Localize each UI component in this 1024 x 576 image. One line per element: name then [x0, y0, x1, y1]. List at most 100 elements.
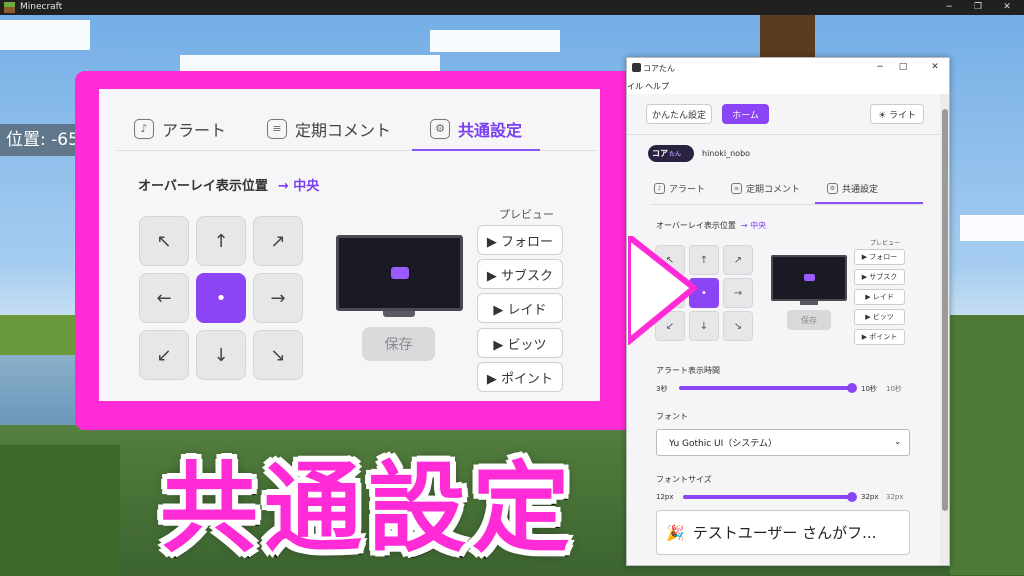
- callout-arrow: [628, 236, 697, 345]
- font-select-value: Yu Gothic UI（システム）: [669, 439, 778, 449]
- scrollbar-thumb[interactable]: [942, 109, 948, 511]
- preview-points-button[interactable]: ▶ ポイント: [477, 362, 563, 392]
- restore-button[interactable]: ❐: [963, 0, 993, 15]
- preview-follow-button[interactable]: ▶ フォロー: [854, 249, 905, 265]
- position-bottom[interactable]: ↓: [196, 330, 246, 380]
- tab-separator: [651, 204, 923, 205]
- font-size-min: 12px: [656, 493, 674, 501]
- bell-icon: ♪: [134, 118, 154, 139]
- preview-label: プレビュー: [499, 208, 554, 221]
- zoom-tab-label: アラート: [162, 120, 227, 140]
- chevron-down-icon: ⌄: [894, 437, 901, 446]
- position-right[interactable]: →: [253, 273, 303, 323]
- minimize-button[interactable]: −: [934, 0, 964, 15]
- zoom-tab-label: 共通設定: [458, 120, 523, 140]
- zoom-tab-label: 定期コメント: [295, 120, 392, 140]
- position-top[interactable]: ↑: [196, 216, 246, 266]
- overlay-position-value: → 中央: [740, 221, 767, 230]
- position-left[interactable]: ←: [139, 273, 189, 323]
- preview-monitor: [771, 255, 847, 301]
- cloud: [0, 20, 90, 50]
- font-label: フォント: [656, 412, 688, 421]
- alert-time-slider[interactable]: [679, 386, 853, 390]
- home-button[interactable]: ホーム: [722, 104, 769, 124]
- app-menu-bar: イル ヘルプ: [627, 78, 949, 94]
- preview-monitor: [336, 235, 463, 311]
- bell-icon: ♪: [654, 183, 665, 194]
- position-top-right[interactable]: ↗: [253, 216, 303, 266]
- headline: 共通設定: [159, 452, 576, 566]
- position-right[interactable]: →: [723, 278, 753, 308]
- preview-label: プレビュー: [870, 240, 901, 247]
- preview-raid-button[interactable]: ▶ レイド: [854, 289, 905, 305]
- koatan-logo: コア たん: [648, 145, 694, 162]
- light-mode-button[interactable]: ☀ ライト: [870, 104, 924, 124]
- cloud: [960, 215, 1024, 241]
- cloud: [430, 30, 560, 52]
- party-icon: 🎉: [666, 523, 685, 542]
- font-size-max: 32px: [886, 493, 904, 501]
- app-close-button[interactable]: ✕: [927, 62, 943, 72]
- preview-follow-button[interactable]: ▶ フォロー: [477, 225, 563, 255]
- font-size-label: フォントサイズ: [656, 475, 712, 484]
- font-select[interactable]: Yu Gothic UI（システム） ⌄: [656, 429, 910, 456]
- zoom-tab-bar: ♪ アラート ≡ 定期コメント ⚙ 共通設定: [117, 107, 597, 151]
- tab-alert[interactable]: ♪ アラート: [654, 182, 705, 195]
- app-minimize-button[interactable]: −: [872, 62, 888, 72]
- position-top-right[interactable]: ↗: [723, 245, 753, 275]
- foliage-block: [950, 315, 1024, 575]
- logo-text: コア: [652, 149, 668, 158]
- app-title: コアたん: [643, 64, 675, 73]
- zoom-tab-alert[interactable]: ♪ アラート: [134, 107, 226, 150]
- overlay-dot: [804, 274, 815, 281]
- position-bottom-left[interactable]: ↙: [139, 330, 189, 380]
- app-maximize-button[interactable]: □: [895, 62, 911, 72]
- alert-time-max: 10秒: [886, 385, 902, 393]
- alert-time-slider-knob[interactable]: [847, 383, 857, 393]
- monitor-stand: [383, 311, 415, 317]
- scrollbar[interactable]: [940, 94, 949, 565]
- comment-icon: ≡: [731, 183, 742, 194]
- font-preview-text: テストユーザー さんがフ...: [692, 524, 877, 542]
- overlay-position-label: オーバーレイ表示位置 → 中央: [656, 220, 766, 231]
- game-window-title: Minecraft: [20, 2, 63, 12]
- preview-bits-button[interactable]: ▶ ビッツ: [477, 328, 563, 358]
- username: hinoki_nobo: [702, 149, 751, 158]
- tab-label: 定期コメント: [746, 185, 801, 195]
- position-bottom-right[interactable]: ↘: [253, 330, 303, 380]
- font-size-value: 32px: [861, 493, 879, 501]
- save-button[interactable]: 保存: [787, 310, 831, 330]
- menu-help[interactable]: ヘルプ: [645, 81, 669, 92]
- tab-comment[interactable]: ≡ 定期コメント: [731, 182, 800, 195]
- logo-subtext: たん: [669, 151, 682, 158]
- save-button[interactable]: 保存: [362, 327, 435, 361]
- app-logo-icon: [632, 63, 641, 72]
- preview-sub-button[interactable]: ▶ サブスク: [854, 269, 905, 285]
- font-size-slider-knob[interactable]: [847, 492, 857, 502]
- preview-sub-button[interactable]: ▶ サブスク: [477, 259, 563, 289]
- easy-settings-button[interactable]: かんたん設定: [646, 104, 712, 124]
- position-top-left[interactable]: ↖: [139, 216, 189, 266]
- gear-icon: ⚙: [430, 118, 450, 139]
- position-center[interactable]: •: [196, 273, 246, 323]
- menu-file[interactable]: イル: [627, 81, 643, 92]
- preview-bits-button[interactable]: ▶ ビッツ: [854, 309, 905, 325]
- comment-icon: ≡: [267, 118, 287, 139]
- tab-label: 共通設定: [842, 185, 879, 195]
- divider: [627, 134, 940, 135]
- alert-time-value: 10秒: [861, 385, 877, 393]
- overlay-position-title: オーバーレイ表示位置: [656, 221, 736, 230]
- zoom-tab-comment[interactable]: ≡ 定期コメント: [267, 107, 391, 150]
- tab-label: アラート: [669, 185, 706, 195]
- preview-points-button[interactable]: ▶ ポイント: [854, 329, 905, 345]
- position-bottom-right[interactable]: ↘: [723, 311, 753, 341]
- gear-icon: ⚙: [827, 183, 838, 194]
- zoom-tab-common[interactable]: ⚙ 共通設定: [411, 107, 541, 151]
- tab-common[interactable]: ⚙ 共通設定: [827, 182, 878, 195]
- close-button[interactable]: ✕: [992, 0, 1022, 15]
- preview-raid-button[interactable]: ▶ レイド: [477, 293, 563, 323]
- overlay-dot: [391, 267, 409, 279]
- overlay-position-label: オーバーレイ表示位置 → 中央: [138, 175, 319, 194]
- font-size-slider[interactable]: [683, 495, 853, 499]
- font-preview-box: 🎉 テストユーザー さんがフ...: [656, 510, 910, 555]
